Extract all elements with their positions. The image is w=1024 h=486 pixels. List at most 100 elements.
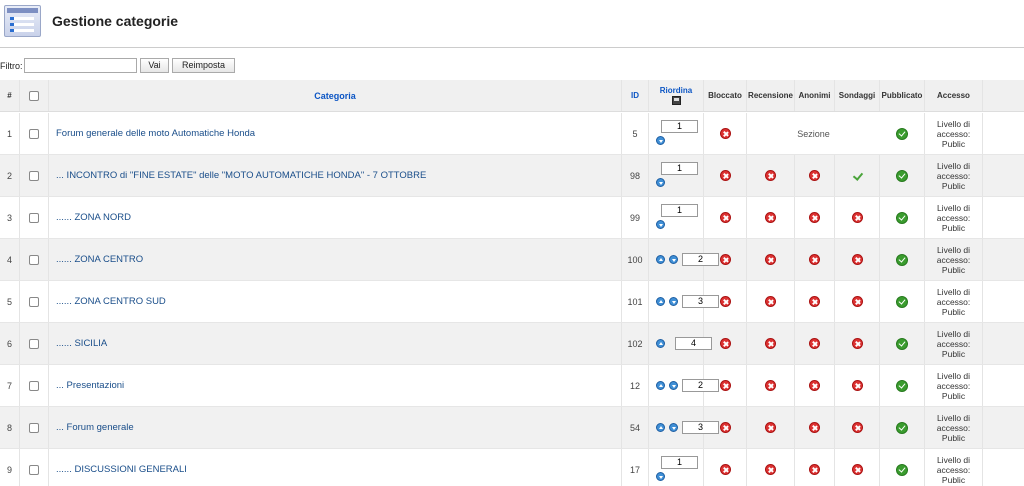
move-up-icon[interactable] <box>656 255 665 264</box>
published-yes-icon[interactable] <box>896 211 908 224</box>
move-down-icon[interactable] <box>656 472 665 481</box>
anonymous-cell <box>795 197 835 238</box>
move-down-icon[interactable] <box>669 255 678 264</box>
anonymous-no-icon[interactable] <box>809 212 820 223</box>
move-down-icon[interactable] <box>669 423 678 432</box>
move-up-icon[interactable] <box>656 339 665 348</box>
review-no-icon[interactable] <box>765 296 776 307</box>
anonymous-no-icon[interactable] <box>809 338 820 349</box>
order-input[interactable]: 1 <box>661 162 698 175</box>
filter-input[interactable] <box>24 58 137 73</box>
order-input[interactable]: 1 <box>661 456 698 469</box>
blocked-no-icon[interactable] <box>719 464 731 475</box>
published-yes-icon[interactable] <box>896 421 908 434</box>
category-link[interactable]: ... Forum generale <box>56 422 134 433</box>
published-yes-icon[interactable] <box>896 295 908 308</box>
published-yes-icon[interactable] <box>896 169 908 182</box>
save-order-icon[interactable] <box>671 96 681 105</box>
blocked-no-icon[interactable] <box>719 338 731 349</box>
select-all-checkbox[interactable] <box>29 90 39 101</box>
review-no-icon[interactable] <box>765 422 776 433</box>
published-yes-icon[interactable] <box>896 127 908 140</box>
access-level-text: Livello di accesso: Public <box>936 160 971 191</box>
polls-tick-icon[interactable] <box>851 171 863 181</box>
blocked-no-icon[interactable] <box>719 254 731 265</box>
published-yes-icon[interactable] <box>896 253 908 266</box>
published-cell <box>880 197 925 238</box>
access-cell: Livello di accesso: Public <box>925 239 983 280</box>
table-row: 2 ... INCONTRO di "FINE ESTATE" delle "MO… <box>0 155 1024 197</box>
polls-no-icon[interactable] <box>851 422 863 433</box>
anonymous-no-icon[interactable] <box>809 380 820 391</box>
polls-no-icon[interactable] <box>851 296 863 307</box>
blocked-no-icon[interactable] <box>719 128 731 139</box>
blocked-no-icon[interactable] <box>719 296 731 307</box>
move-up-icon[interactable] <box>656 297 665 306</box>
move-down-icon[interactable] <box>656 136 665 145</box>
review-no-icon[interactable] <box>765 170 776 181</box>
row-checkbox[interactable] <box>29 380 39 391</box>
row-checkbox[interactable] <box>29 422 39 433</box>
move-up-icon[interactable] <box>656 381 665 390</box>
filter-reset-button[interactable]: Reimposta <box>172 58 235 73</box>
category-id: 5 <box>632 128 638 139</box>
row-spacer <box>983 155 1024 196</box>
review-no-icon[interactable] <box>765 380 776 391</box>
review-no-icon[interactable] <box>765 338 776 349</box>
published-yes-icon[interactable] <box>896 463 908 476</box>
anonymous-no-icon[interactable] <box>809 254 820 265</box>
review-no-icon[interactable] <box>765 212 776 223</box>
category-link[interactable]: ...... ZONA NORD <box>56 212 131 223</box>
blocked-no-icon[interactable] <box>719 170 731 181</box>
polls-cell <box>835 449 880 486</box>
row-checkbox[interactable] <box>29 128 39 139</box>
category-link[interactable]: ...... DISCUSSIONI GENERALI <box>56 464 187 475</box>
review-no-icon[interactable] <box>765 464 776 475</box>
category-link[interactable]: ...... ZONA CENTRO <box>56 254 143 265</box>
col-header-id[interactable]: ID <box>622 80 649 111</box>
blocked-no-icon[interactable] <box>719 380 731 391</box>
category-link[interactable]: Forum generale delle moto Automatiche Ho… <box>56 128 255 139</box>
polls-no-icon[interactable] <box>851 254 863 265</box>
row-checkbox[interactable] <box>29 212 39 223</box>
review-no-icon[interactable] <box>765 254 776 265</box>
move-down-icon[interactable] <box>656 178 665 187</box>
polls-no-icon[interactable] <box>851 464 863 475</box>
anonymous-no-icon[interactable] <box>809 296 820 307</box>
order-cell: 4 <box>649 323 712 364</box>
move-down-icon[interactable] <box>669 381 678 390</box>
polls-no-icon[interactable] <box>851 380 863 391</box>
anonymous-no-icon[interactable] <box>809 422 820 433</box>
review-cell <box>747 365 795 406</box>
order-input[interactable]: 1 <box>661 120 698 133</box>
row-checkbox[interactable] <box>29 296 39 307</box>
published-yes-icon[interactable] <box>896 379 908 392</box>
category-link[interactable]: ...... SICILIA <box>56 338 107 349</box>
category-link[interactable]: ...... ZONA CENTRO SUD <box>56 296 166 307</box>
col-header-category[interactable]: Categoria <box>49 80 622 111</box>
blocked-no-icon[interactable] <box>719 422 731 433</box>
anonymous-no-icon[interactable] <box>809 170 820 181</box>
move-down-icon[interactable] <box>656 220 665 229</box>
published-cell <box>880 365 925 406</box>
order-cell: 2 <box>649 365 719 406</box>
order-input[interactable]: 1 <box>661 204 698 217</box>
row-checkbox[interactable] <box>29 170 39 181</box>
blocked-no-icon[interactable] <box>719 212 731 223</box>
category-link[interactable]: ... INCONTRO di "FINE ESTATE" delle "MOT… <box>56 170 426 181</box>
anonymous-no-icon[interactable] <box>809 464 820 475</box>
col-header-order-label[interactable]: Riordina <box>660 86 692 95</box>
row-checkbox[interactable] <box>29 464 39 475</box>
row-checkbox[interactable] <box>29 338 39 349</box>
polls-no-icon[interactable] <box>851 338 863 349</box>
category-link[interactable]: ... Presentazioni <box>56 380 124 391</box>
move-down-icon[interactable] <box>669 297 678 306</box>
review-cell <box>747 155 795 196</box>
move-up-icon[interactable] <box>656 423 665 432</box>
blocked-cell <box>704 323 747 364</box>
polls-no-icon[interactable] <box>851 212 863 223</box>
category-cell: ... INCONTRO di "FINE ESTATE" delle "MOT… <box>49 155 622 196</box>
row-checkbox[interactable] <box>29 254 39 265</box>
filter-go-button[interactable]: Vai <box>140 58 169 73</box>
published-yes-icon[interactable] <box>896 337 908 350</box>
